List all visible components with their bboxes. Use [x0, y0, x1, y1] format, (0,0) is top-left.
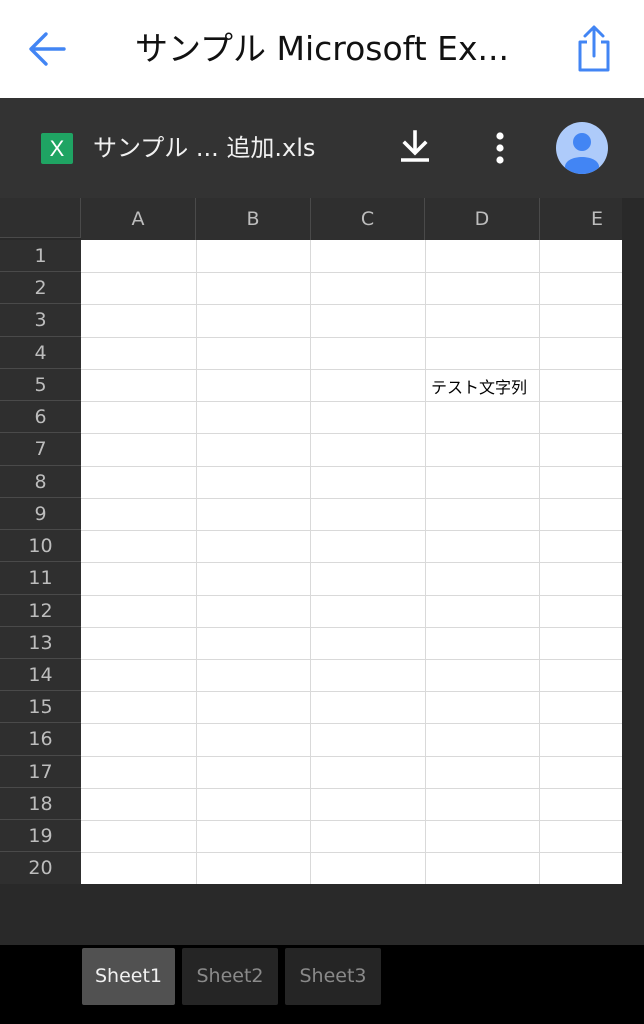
- row-header-20[interactable]: 20: [0, 852, 81, 884]
- download-icon: [401, 130, 429, 162]
- row-header-5[interactable]: 5: [0, 369, 81, 401]
- row-header-3[interactable]: 3: [0, 304, 81, 337]
- row-header-13[interactable]: 13: [0, 627, 81, 659]
- grid-line: [81, 788, 622, 789]
- download-button[interactable]: [393, 126, 437, 170]
- grid-line: [81, 466, 622, 467]
- row-header-16[interactable]: 16: [0, 723, 81, 756]
- row-header-14[interactable]: 14: [0, 659, 81, 691]
- grid-line: [81, 433, 622, 434]
- share-icon: [578, 25, 610, 72]
- account-icon: [565, 133, 599, 174]
- grid-line: [81, 337, 622, 338]
- grid-line: [81, 659, 622, 660]
- sheet-tab-1[interactable]: Sheet1: [82, 948, 175, 1005]
- row-header-8[interactable]: 8: [0, 466, 81, 498]
- grid-line: [81, 530, 622, 531]
- column-header-d[interactable]: D: [425, 198, 540, 240]
- sheet-tab-2[interactable]: Sheet2: [182, 948, 278, 1005]
- column-header-a[interactable]: A: [81, 198, 196, 240]
- grid-line: [81, 595, 622, 596]
- row-header-19[interactable]: 19: [0, 820, 81, 852]
- row-header-9[interactable]: 9: [0, 498, 81, 530]
- sheet-tab-3[interactable]: Sheet3: [285, 948, 381, 1005]
- grid-line: [81, 756, 622, 757]
- row-header-2[interactable]: 2: [0, 272, 81, 304]
- row-header-17[interactable]: 17: [0, 756, 81, 788]
- excel-file-icon: X: [41, 133, 73, 164]
- row-header-4[interactable]: 4: [0, 337, 81, 369]
- cell-d5[interactable]: テスト文字列: [431, 374, 527, 398]
- grid-line: [81, 820, 622, 821]
- grid-line: [81, 498, 622, 499]
- row-header-6[interactable]: 6: [0, 401, 81, 433]
- grid-line: [81, 562, 622, 563]
- more-vert-icon: [496, 132, 504, 164]
- grid-line: [81, 723, 622, 724]
- back-button[interactable]: [22, 26, 72, 72]
- row-header-15[interactable]: 15: [0, 691, 81, 723]
- grid-line: [81, 369, 622, 370]
- row-header-11[interactable]: 11: [0, 562, 81, 595]
- grid-line: [81, 272, 622, 273]
- grid-line: [81, 691, 622, 692]
- column-header-b[interactable]: B: [196, 198, 311, 240]
- share-button[interactable]: [568, 24, 620, 74]
- grid-line: [81, 401, 622, 402]
- grid-line: [81, 304, 622, 305]
- row-header-10[interactable]: 10: [0, 530, 81, 562]
- grid-line: [81, 627, 622, 628]
- more-options-button[interactable]: [482, 126, 518, 170]
- grid-line: [81, 852, 622, 853]
- row-header-12[interactable]: 12: [0, 595, 81, 627]
- file-name: サンプル ... 追加.xls: [93, 134, 316, 162]
- select-all-corner[interactable]: [0, 198, 81, 238]
- row-header-18[interactable]: 18: [0, 788, 81, 820]
- column-header-e[interactable]: E: [540, 198, 622, 240]
- row-header-1[interactable]: 1: [0, 240, 81, 272]
- cell-grid[interactable]: テスト文字列: [81, 240, 622, 884]
- page-title: サンプル Microsoft Ex...: [134, 29, 509, 68]
- row-header-7[interactable]: 7: [0, 433, 81, 466]
- back-arrow-icon: [29, 32, 66, 66]
- top-app-bar: サンプル Microsoft Ex...: [0, 0, 644, 98]
- column-header-c[interactable]: C: [311, 198, 425, 240]
- account-avatar[interactable]: [556, 122, 608, 174]
